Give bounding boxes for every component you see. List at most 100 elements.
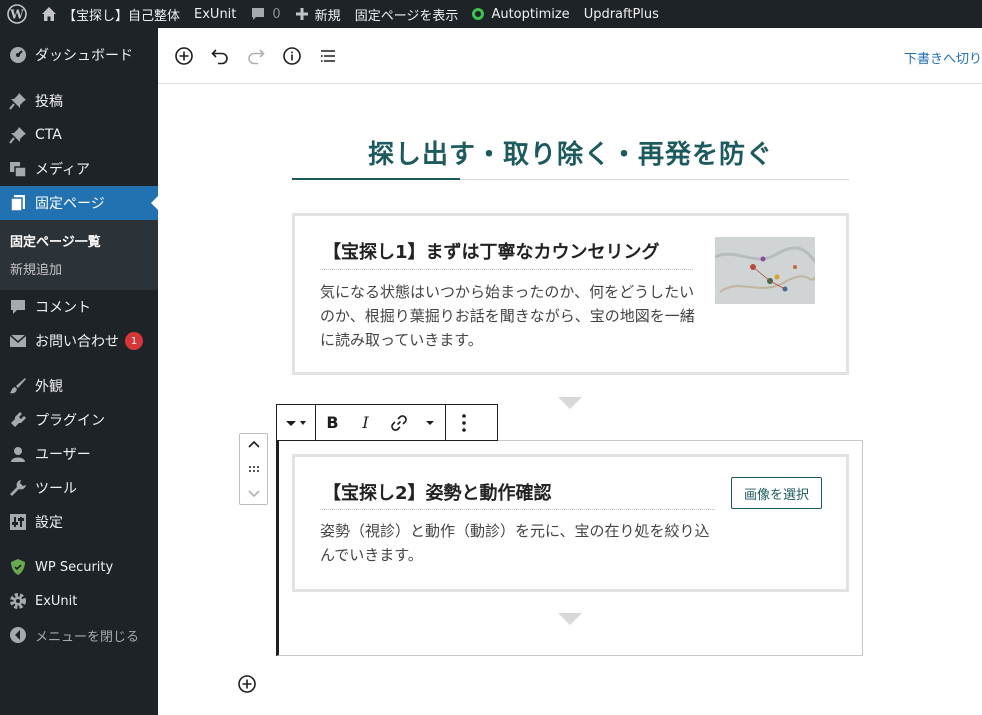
- sidebar-item-tools[interactable]: ツール: [0, 471, 158, 505]
- new-content-label: 新規: [314, 8, 341, 24]
- site-name-label: 【宝探し】自己整体: [63, 8, 181, 24]
- dashboard-gauge-icon: [8, 45, 28, 65]
- plus-circle-icon: [238, 675, 256, 693]
- theme-name-label: ExUnit: [194, 6, 237, 22]
- sidebar-item-label: 固定ページ: [35, 196, 105, 212]
- autoptimize-label: Autoptimize: [491, 6, 570, 22]
- move-down-icon[interactable]: [247, 489, 261, 499]
- italic-button[interactable]: I: [349, 405, 382, 440]
- sidebar-item-appearance[interactable]: 外観: [0, 369, 158, 403]
- sidebar-item-label: ユーザー: [35, 447, 91, 463]
- link-icon: [390, 414, 407, 431]
- flow-step-card-2[interactable]: 【宝探し2】姿勢と動作確認 姿勢（視診）と動作（動診）を元に、宝の在り処を絞り込…: [292, 454, 849, 592]
- sidebar-item-media[interactable]: メディア: [0, 152, 158, 186]
- list-view-button[interactable]: [310, 38, 346, 74]
- new-content-link[interactable]: 新規: [288, 0, 348, 28]
- pages-submenu: 固定ページ一覧 新規追加: [0, 220, 158, 290]
- theme-link[interactable]: ExUnit: [187, 0, 243, 28]
- block-transform-button[interactable]: [277, 405, 315, 440]
- wrench-icon: [8, 478, 28, 498]
- options-group: [446, 405, 482, 440]
- autoptimize-link[interactable]: Autoptimize: [465, 0, 576, 28]
- comments-link[interactable]: 0: [243, 0, 287, 28]
- sidebar-item-pages[interactable]: 固定ページ: [0, 186, 158, 220]
- flow-step-card-1[interactable]: 【宝探し1】まずは丁寧なカウンセリング 気になる状態はいつから始まったのか、何を…: [292, 213, 849, 375]
- add-block-button[interactable]: [166, 38, 202, 74]
- undo-icon: [211, 48, 228, 64]
- redo-icon: [248, 48, 265, 64]
- sidebar-item-exunit[interactable]: ExUnit: [0, 584, 158, 618]
- block-options-button[interactable]: [446, 405, 482, 440]
- updraftplus-label: UpdraftPlus: [583, 6, 659, 22]
- pushpin-icon: [8, 91, 28, 111]
- comment-bubble-icon: [8, 297, 28, 317]
- submenu-item-all-pages[interactable]: 固定ページ一覧: [0, 226, 158, 254]
- view-page-label: 固定ページを表示: [354, 8, 459, 24]
- map-photo-thumbnail[interactable]: [715, 237, 815, 304]
- envelope-icon: [8, 331, 28, 351]
- submenu-item-add-new[interactable]: 新規追加: [0, 254, 158, 282]
- sidebar-item-posts[interactable]: 投稿: [0, 84, 158, 118]
- sidebar-item-label: お問い合わせ: [35, 334, 119, 350]
- settings-sliders-icon: [8, 512, 28, 532]
- comment-bubble-icon: [252, 8, 265, 20]
- sidebar-item-contact[interactable]: お問い合わせ 1: [0, 324, 158, 358]
- sidebar-item-label: 投稿: [35, 94, 63, 110]
- bold-button[interactable]: B: [316, 405, 349, 440]
- sidebar-item-users[interactable]: ユーザー: [0, 437, 158, 471]
- sidebar-item-cta[interactable]: CTA: [0, 118, 158, 152]
- flow-step-text[interactable]: 姿勢（視診）と動作（動診）を元に、宝の在り処を絞り込んでいきます。: [320, 519, 715, 567]
- pages-icon: [8, 193, 28, 213]
- undo-button[interactable]: [202, 38, 238, 74]
- more-vertical-icon: [462, 413, 466, 432]
- redo-button[interactable]: [238, 38, 274, 74]
- details-button[interactable]: [274, 38, 310, 74]
- site-name-link[interactable]: 【宝探し】自己整体: [34, 0, 187, 28]
- save-draft-button[interactable]: 下書きへ切り: [904, 48, 982, 67]
- block-mover: [239, 433, 268, 505]
- wordpress-logo-button[interactable]: W: [0, 0, 34, 28]
- admin-sidebar: ダッシュボード 投稿 CTA メディア 固定ページ 固定ページ一覧 新規追加 コ…: [0, 28, 158, 715]
- select-image-button[interactable]: 画像を選択: [731, 477, 822, 509]
- flow-step-title[interactable]: 【宝探し1】まずは丁寧なカウンセリング: [323, 238, 660, 264]
- plus-icon: [295, 8, 308, 20]
- sidebar-item-wp-security[interactable]: WP Security: [0, 550, 158, 584]
- more-formats-button[interactable]: [415, 405, 445, 440]
- wordpress-icon: W: [7, 4, 27, 24]
- format-group: B I: [316, 405, 446, 440]
- updraftplus-link[interactable]: UpdraftPlus: [577, 0, 666, 28]
- status-circle-icon: [472, 8, 485, 20]
- sidebar-item-label: ダッシュボード: [35, 48, 133, 64]
- sidebar-item-label: メディア: [35, 162, 91, 178]
- flow-step-text[interactable]: 気になる状態はいつから始まったのか、何をどうしたいのか、根掘り葉掘りお話を聞きな…: [320, 280, 695, 352]
- inline-add-block-button[interactable]: [236, 673, 258, 695]
- sidebar-item-settings[interactable]: 設定: [0, 505, 158, 539]
- pushpin-icon: [8, 125, 28, 145]
- shield-icon: [8, 557, 28, 577]
- sidebar-item-comments[interactable]: コメント: [0, 290, 158, 324]
- sidebar-item-plugins[interactable]: プラグイン: [0, 403, 158, 437]
- paintbrush-icon: [8, 376, 28, 396]
- section-heading[interactable]: 探し出す・取り除く・再発を防ぐ: [292, 134, 849, 171]
- collapse-menu-button[interactable]: メニューを閉じる: [0, 618, 158, 652]
- editor-canvas: 探し出す・取り除く・再発を防ぐ 【宝探し1】まずは丁寧なカウンセリング 気になる…: [158, 84, 982, 715]
- sidebar-item-label: 設定: [35, 515, 63, 531]
- editor-header-toolbar: 下書きへ切り: [158, 28, 982, 84]
- collapse-arrow-icon: [8, 625, 28, 645]
- notification-badge: 1: [125, 332, 143, 350]
- user-icon: [8, 444, 28, 464]
- heading-divider-accent: [292, 178, 460, 180]
- drag-handle-icon[interactable]: [248, 465, 260, 473]
- sidebar-item-dashboard[interactable]: ダッシュボード: [0, 38, 158, 72]
- link-button[interactable]: [382, 405, 415, 440]
- block-type-group: [277, 405, 316, 440]
- sidebar-item-label: WP Security: [35, 559, 114, 575]
- flow-step-title[interactable]: 【宝探し2】姿勢と動作確認: [323, 479, 552, 505]
- flow-step-divider: [320, 509, 715, 510]
- sidebar-item-label: 外観: [35, 379, 63, 395]
- sidebar-item-label: プラグイン: [35, 413, 105, 429]
- comment-count: 0: [272, 6, 281, 22]
- move-up-icon[interactable]: [247, 439, 261, 449]
- flow-arrow-down-icon: [558, 613, 582, 625]
- view-page-link[interactable]: 固定ページを表示: [348, 0, 466, 28]
